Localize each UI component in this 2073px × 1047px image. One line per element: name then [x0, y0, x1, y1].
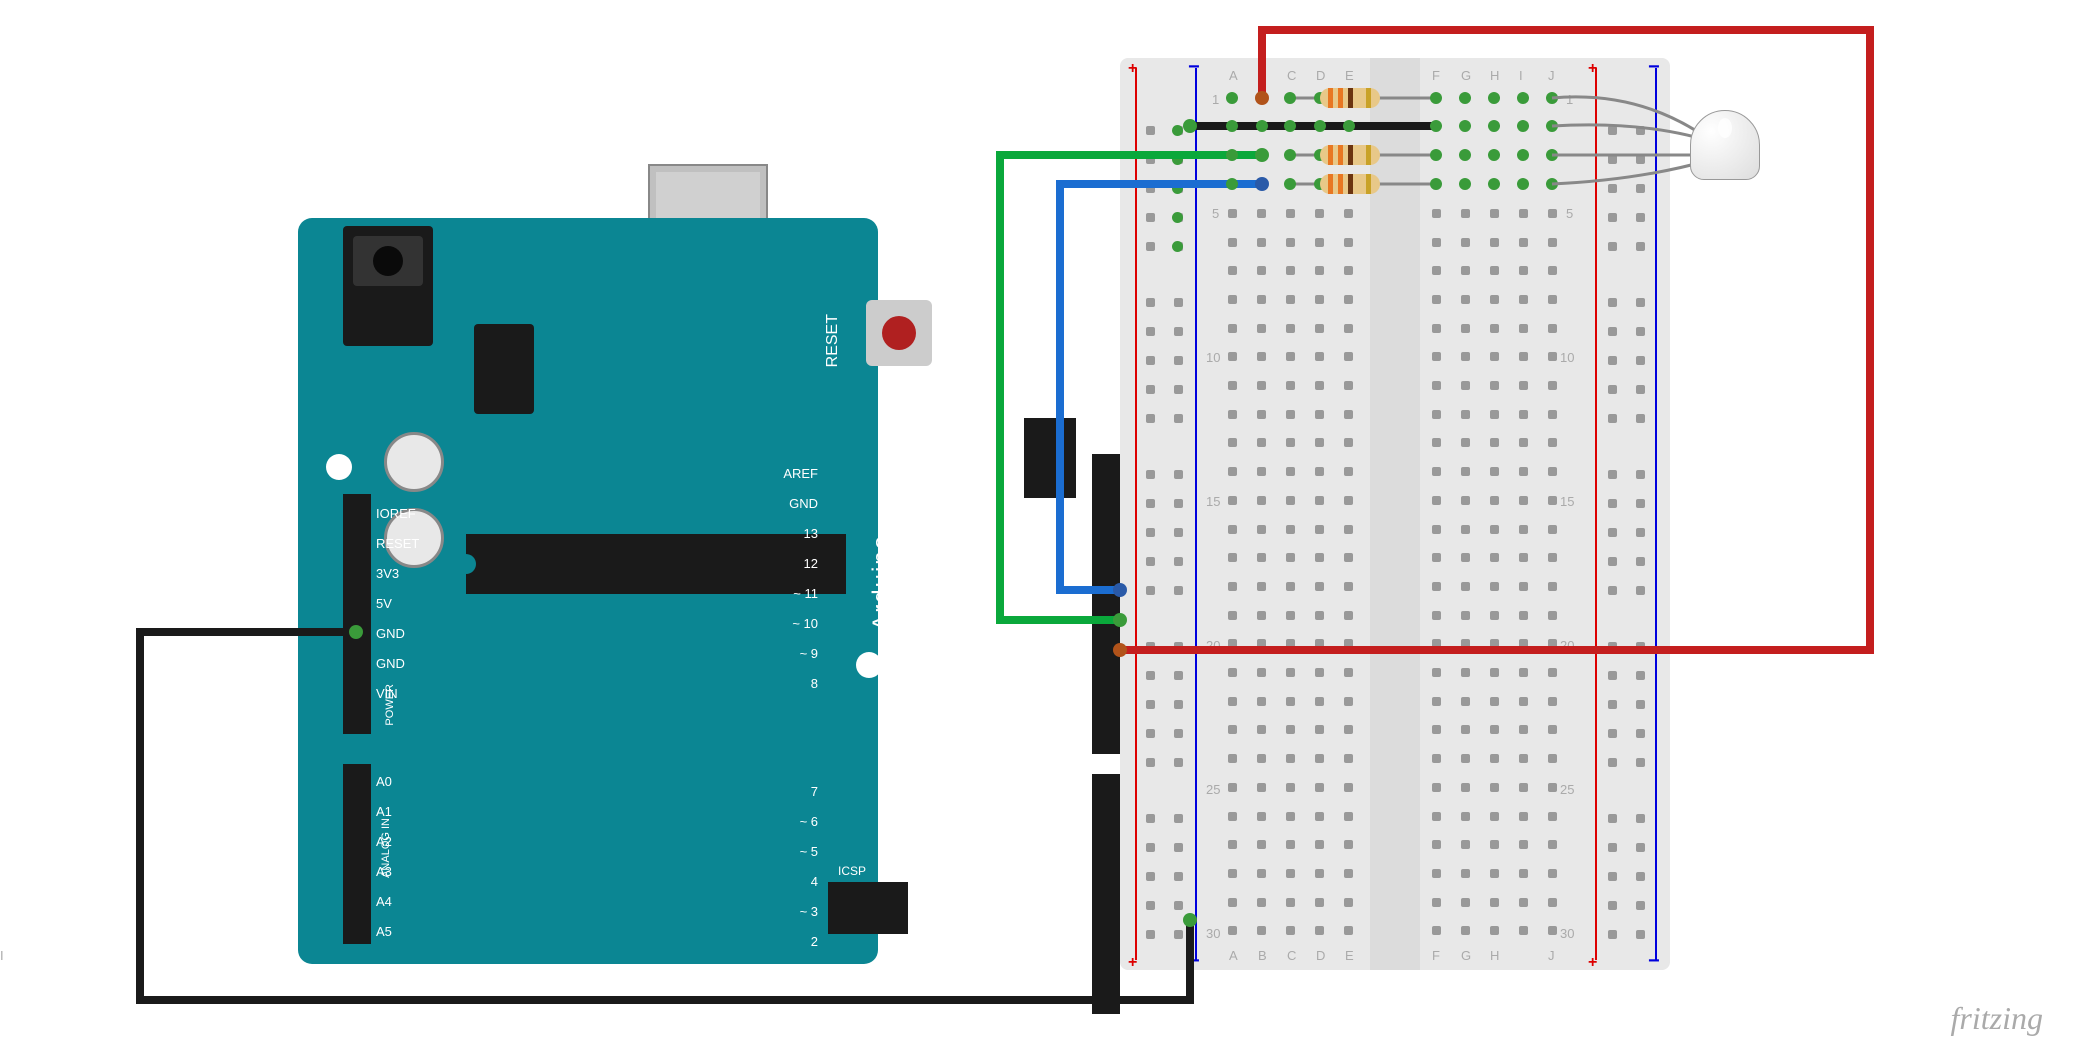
analog-header [343, 764, 371, 944]
pin-5: ~ 5 [800, 844, 818, 859]
power-header [343, 494, 371, 734]
pin-2: 2 [811, 934, 818, 949]
mounting-hole [942, 242, 968, 268]
pin-tx0: TX0 ▶ 1 [770, 964, 818, 980]
pin-a4: A4 [376, 894, 392, 909]
resistor-330-r3 [1320, 174, 1380, 194]
breadboard-trench [1370, 58, 1420, 970]
atmega-chip [466, 534, 846, 594]
arduino-logo-icon: ∞ [988, 694, 1043, 728]
arduino-brand: Arduino [868, 534, 896, 631]
voltage-regulator [474, 324, 534, 414]
pin-3v3: 3V3 [376, 566, 399, 581]
mounting-hole [856, 652, 882, 678]
pin-3: ~ 3 [800, 904, 818, 919]
pin-5v: 5V [376, 596, 392, 611]
pin-gnd-1: GND [376, 626, 405, 641]
pin-4: 4 [811, 874, 818, 889]
capacitor [384, 432, 444, 492]
pin-7: 7 [811, 784, 818, 799]
pin-rx0: RX0 ◀ 0 [768, 994, 818, 1010]
fritzing-watermark: fritzing [1951, 1000, 2043, 1037]
pin-gnd-r: GND [789, 496, 818, 511]
pin-a5: A5 [376, 924, 392, 939]
resistor-330-r2 [1320, 145, 1380, 165]
pin-gnd-2: GND [376, 656, 405, 671]
power-rail-negative-right [1655, 68, 1657, 960]
pin-9: ~ 9 [800, 646, 818, 661]
mounting-hole [326, 454, 352, 480]
pin-aref: AREF [783, 466, 818, 481]
uno-badge: UNO [988, 784, 1088, 944]
digital-header-top [1092, 454, 1120, 754]
icsp2-header [1024, 418, 1076, 498]
mounting-hole [942, 942, 968, 968]
pin-13: 13 [804, 526, 818, 541]
pin-reset: RESET [376, 536, 419, 551]
resistor-330-r1 [1320, 88, 1380, 108]
circuit-diagram: RESET ICSP2 ICSP 1 L RX ON IOREF RESET 3… [0, 0, 2073, 1047]
reset-label: RESET [824, 314, 842, 367]
digital-header-bot [1092, 774, 1120, 1014]
pin-a0: A0 [376, 774, 392, 789]
led-L [934, 480, 960, 494]
power-rail-positive-right [1595, 68, 1597, 960]
pin-8: 8 [811, 676, 818, 691]
power-rail-positive-left [1135, 68, 1137, 960]
pin-a1: A1 [376, 804, 392, 819]
pin-ioref: IOREF [376, 506, 416, 521]
pin-12: 12 [804, 556, 818, 571]
icsp-header [828, 882, 908, 934]
pin-11: ~ 11 [793, 586, 818, 601]
led-on [946, 896, 960, 922]
pin-6: ~ 6 [800, 814, 818, 829]
power-rail-negative-left [1195, 68, 1197, 960]
pin-10: ~ 10 [792, 616, 818, 631]
arduino-uno-board: RESET ICSP2 ICSP 1 L RX ON IOREF RESET 3… [298, 164, 878, 964]
